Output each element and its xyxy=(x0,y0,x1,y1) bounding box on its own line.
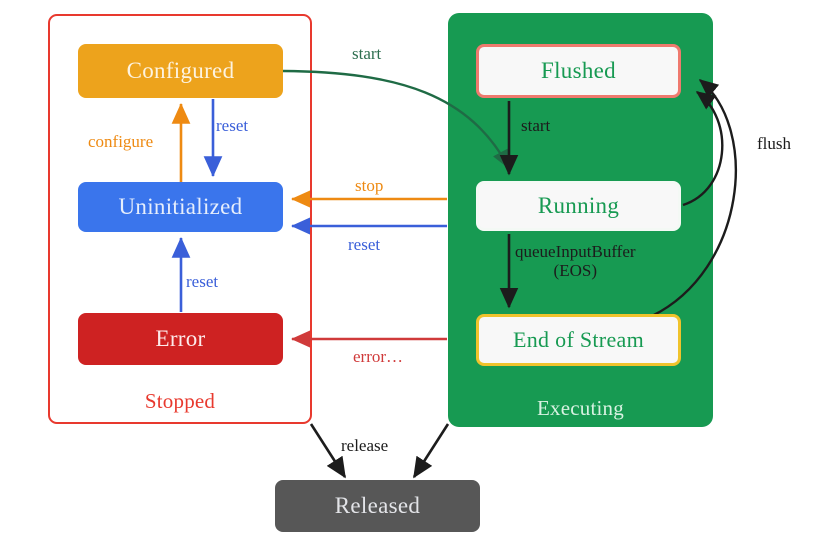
state-node-error-label: Error xyxy=(155,326,206,351)
edge-label-release: release xyxy=(341,436,389,455)
edge-label-queue-input-buffer-line1: queueInputBuffer xyxy=(515,242,636,261)
state-node-uninitialized[interactable]: Uninitialized xyxy=(78,182,283,232)
region-executing-label: Executing xyxy=(537,396,624,420)
state-node-end-of-stream-label: End of Stream xyxy=(513,327,644,352)
edge-label-reset-executing: reset xyxy=(348,235,381,254)
state-node-released-label: Released xyxy=(334,493,421,518)
state-node-running-label: Running xyxy=(537,193,620,218)
state-node-released[interactable]: Released xyxy=(275,480,480,532)
edge-release-executing xyxy=(412,423,450,479)
state-node-configured[interactable]: Configured xyxy=(78,44,283,98)
state-diagram-canvas: Executing Stopped Configured Uninitializ… xyxy=(0,0,830,552)
edge-release-stopped xyxy=(309,423,347,479)
edge-label-stop: stop xyxy=(355,176,384,195)
edge-label-reset-error: reset xyxy=(186,272,219,291)
edge-label-flush: flush xyxy=(757,134,791,153)
edge-label-error: error… xyxy=(353,347,404,366)
edge-label-queue-input-buffer: queueInputBuffer (EOS) xyxy=(515,242,636,280)
state-node-flushed-label: Flushed xyxy=(541,58,616,83)
state-node-error[interactable]: Error xyxy=(78,313,283,365)
state-node-flushed[interactable]: Flushed xyxy=(476,44,681,98)
state-node-running[interactable]: Running xyxy=(476,181,681,231)
edge-label-configure: configure xyxy=(88,132,154,151)
region-stopped-label: Stopped xyxy=(144,389,216,413)
state-node-uninitialized-label: Uninitialized xyxy=(118,194,243,219)
edge-label-start-flushed: start xyxy=(521,116,551,135)
edge-label-start-configured: start xyxy=(352,44,382,63)
edge-label-queue-input-buffer-line2: (EOS) xyxy=(553,260,597,280)
state-node-end-of-stream[interactable]: End of Stream xyxy=(476,314,681,366)
edge-label-reset-configured: reset xyxy=(216,116,249,135)
state-node-configured-label: Configured xyxy=(126,58,235,83)
